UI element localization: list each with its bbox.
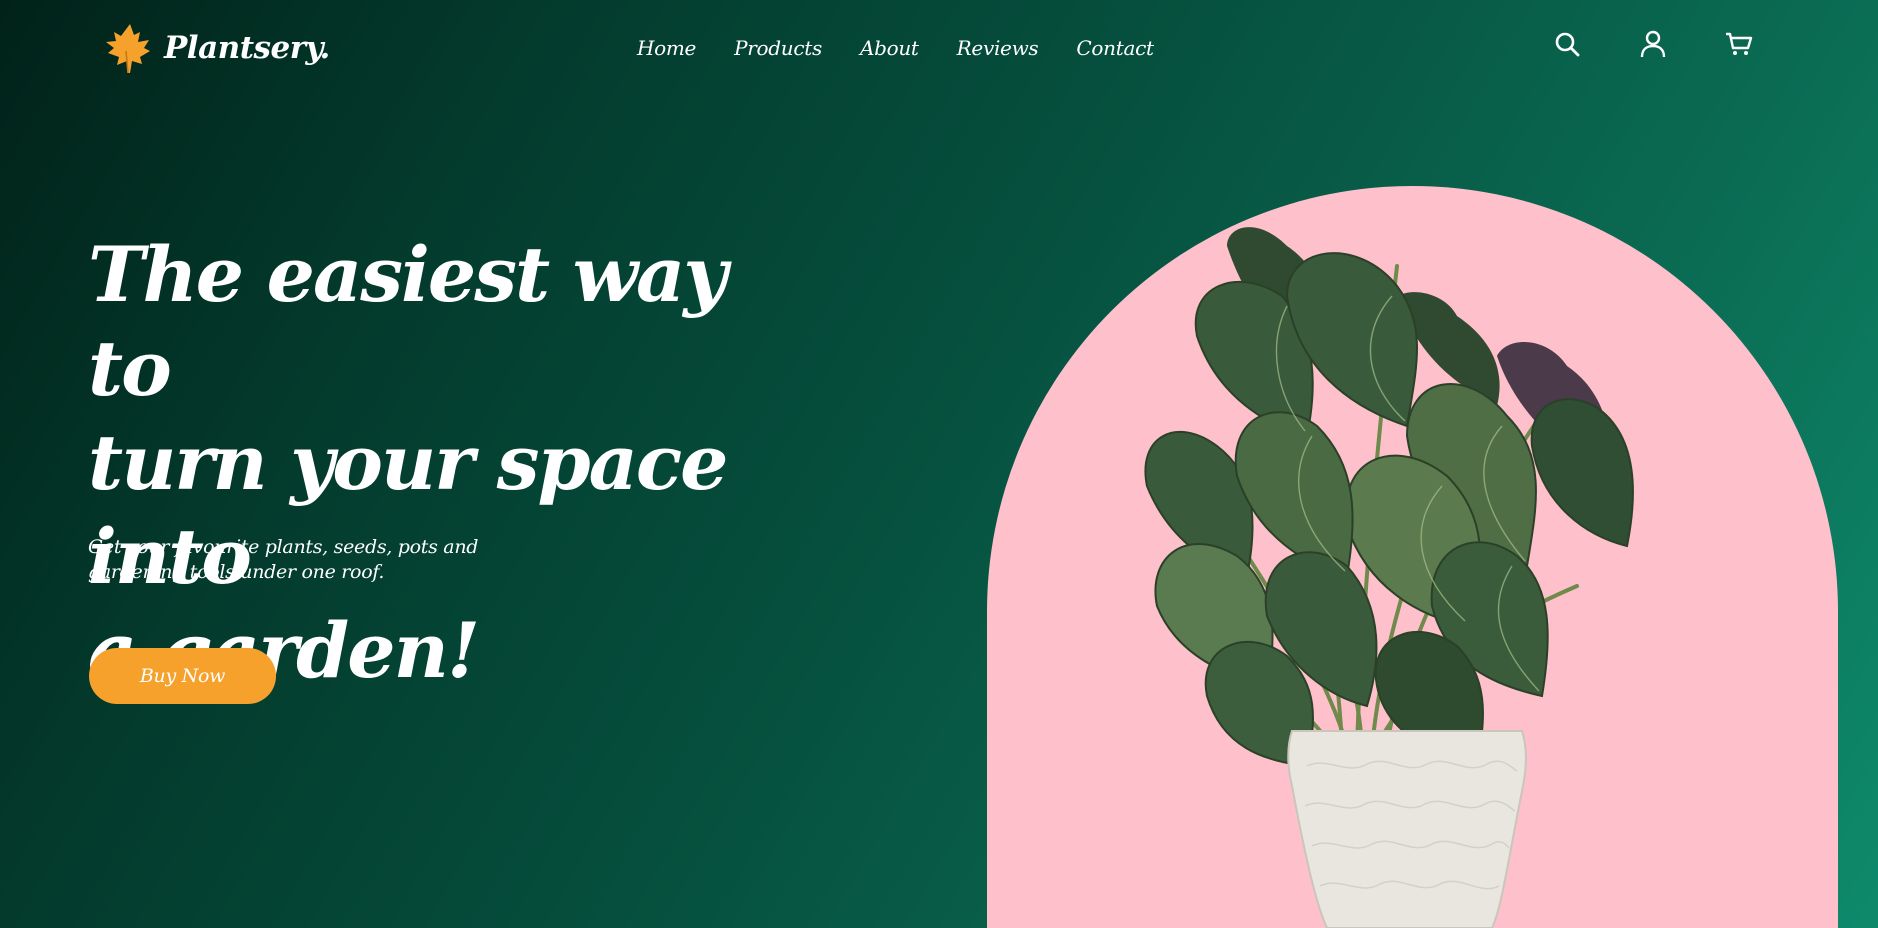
hero-subtitle-line: gardening tools under one roof. bbox=[88, 561, 385, 583]
nav-about[interactable]: About bbox=[860, 34, 919, 62]
maple-leaf-icon bbox=[100, 21, 154, 75]
plant-image bbox=[1144, 227, 1634, 928]
landing-page: Plantsery. Home Products About Reviews C… bbox=[0, 0, 1878, 928]
brand-name: Plantsery. bbox=[164, 30, 330, 66]
user-icon[interactable] bbox=[1639, 30, 1667, 58]
hero-subtitle: Get your favourite plants, seeds, pots a… bbox=[88, 535, 508, 585]
hero-title-line: The easiest way to bbox=[88, 230, 727, 413]
header-actions bbox=[1553, 30, 1753, 58]
buy-now-button[interactable]: Buy Now bbox=[89, 648, 276, 704]
nav-reviews[interactable]: Reviews bbox=[957, 34, 1039, 62]
nav-home[interactable]: Home bbox=[637, 34, 696, 62]
nav-products[interactable]: Products bbox=[734, 34, 822, 62]
cart-icon[interactable] bbox=[1725, 30, 1753, 58]
nav-contact[interactable]: Contact bbox=[1076, 34, 1154, 62]
hero-title: The easiest way to turn your space into … bbox=[88, 228, 808, 698]
main-nav: Home Products About Reviews Contact bbox=[637, 34, 1192, 62]
brand-logo[interactable]: Plantsery. bbox=[100, 20, 330, 76]
search-icon[interactable] bbox=[1553, 30, 1581, 58]
hero-arch-background bbox=[987, 186, 1838, 928]
hero-subtitle-line: Get your favourite plants, seeds, pots a… bbox=[88, 536, 479, 558]
